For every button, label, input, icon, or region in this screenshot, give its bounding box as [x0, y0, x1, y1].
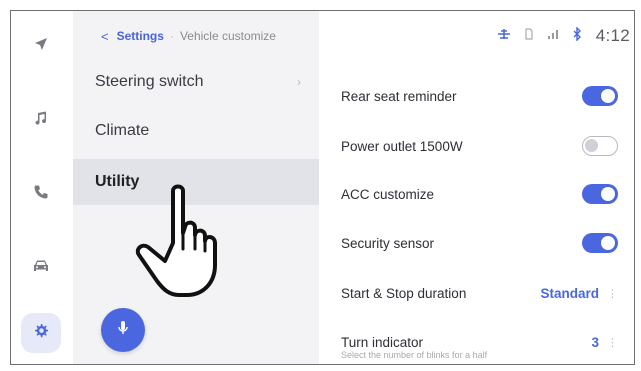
chevron-right-icon: › [297, 75, 301, 89]
menu-item-label: Utility [95, 173, 140, 190]
car-icon[interactable] [30, 255, 52, 277]
clock: 4:12 [595, 26, 630, 45]
voice-assistant-button[interactable] [101, 308, 145, 352]
setting-start-stop-duration[interactable]: Start & Stop duration Standard ⋮ [319, 268, 634, 318]
gear-icon [33, 323, 49, 344]
menu-item-label: Climate [95, 122, 150, 139]
more-options-icon: ⋮ [607, 336, 618, 349]
microphone-icon [116, 320, 130, 341]
icon-rail [11, 11, 74, 364]
breadcrumb-separator: · [169, 29, 174, 43]
menu-item-climate[interactable]: Climate [73, 108, 319, 154]
setting-power-outlet[interactable]: Power outlet 1500W [319, 121, 634, 171]
bluetooth-icon [573, 25, 582, 46]
signal-icon [547, 27, 559, 45]
turn-indicator-value: 3 [591, 334, 599, 350]
navigation-icon[interactable] [30, 33, 52, 55]
page-title: Vehicle customize [179, 29, 276, 43]
setting-acc-customize[interactable]: ACC customize [319, 169, 634, 219]
security-sensor-toggle[interactable] [582, 233, 618, 253]
connectivity-icon [497, 27, 511, 45]
power-outlet-toggle[interactable] [582, 136, 618, 156]
setting-label: ACC customize [341, 186, 435, 202]
status-bar: 4:12 [497, 24, 630, 48]
infotainment-screen: Steering switch › Climate Utility < Sett… [10, 10, 635, 365]
breadcrumb-settings[interactable]: Settings [117, 29, 164, 43]
start-stop-value: Standard [540, 285, 599, 301]
setting-label: Turn indicator [341, 334, 424, 350]
setting-label: Start & Stop duration [341, 285, 467, 301]
menu-item-steering-switch[interactable]: Steering switch › [73, 59, 319, 105]
setting-security-sensor[interactable]: Security sensor [319, 218, 634, 268]
setting-label: Power outlet 1500W [341, 138, 463, 154]
settings-tab[interactable] [21, 313, 61, 353]
setting-label: Security sensor [341, 235, 435, 251]
back-button[interactable]: < [101, 29, 109, 44]
setting-sublabel: Select the number of blinks for a half [341, 350, 488, 360]
setting-turn-indicator[interactable]: Turn indicator 3 ⋮ Select the number of … [319, 317, 634, 364]
menu-item-label: Steering switch [95, 73, 204, 90]
more-options-icon: ⋮ [607, 287, 618, 300]
rear-seat-reminder-toggle[interactable] [582, 86, 618, 106]
menu-item-utility[interactable]: Utility [73, 159, 319, 205]
sim-icon [525, 27, 533, 45]
acc-customize-toggle[interactable] [582, 184, 618, 204]
setting-label: Rear seat reminder [341, 88, 457, 104]
phone-icon[interactable] [30, 181, 52, 203]
music-icon[interactable] [30, 107, 52, 129]
setting-rear-seat-reminder[interactable]: Rear seat reminder [319, 71, 634, 121]
